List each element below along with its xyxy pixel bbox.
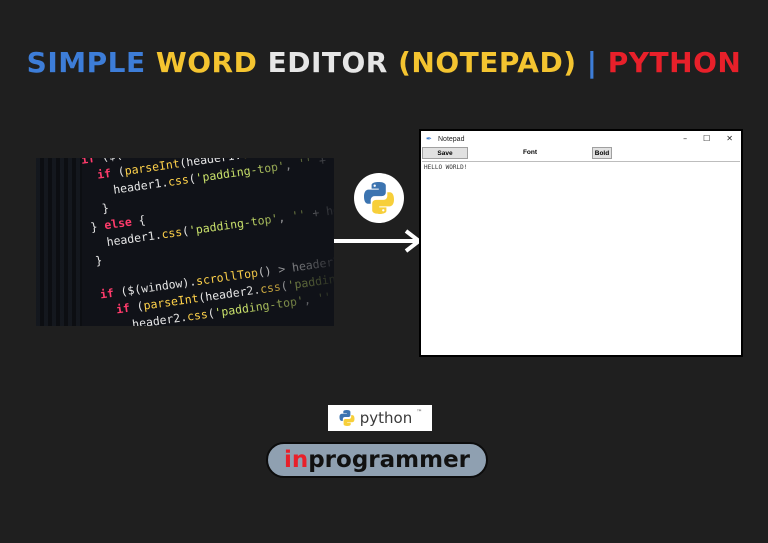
notepad-toolbar: Save Font Bold: [421, 147, 741, 161]
title-separator: |: [586, 46, 608, 79]
text-area[interactable]: HELLO WORLD!: [422, 161, 740, 351]
title-python: PYTHON: [607, 46, 742, 79]
python-badge: python ™: [328, 405, 432, 431]
python-small-icon: [339, 410, 355, 426]
title-editor: EDITOR: [267, 46, 399, 79]
font-button[interactable]: Font: [468, 147, 592, 159]
trademark: ™: [416, 409, 423, 416]
window-title: Notepad: [438, 135, 465, 143]
close-button[interactable]: ✕: [726, 134, 733, 143]
line-gutter: [36, 158, 82, 326]
python-logo-svg: [364, 182, 394, 214]
code-fade: [244, 158, 334, 326]
maximize-button[interactable]: ☐: [703, 134, 710, 143]
notepad-titlebar[interactable]: ✒ Notepad – ☐ ✕: [421, 131, 741, 147]
title-notepad: (NOTEPAD): [398, 46, 587, 79]
code-screenshot-image: if ($(window).scrollTop() > header1_init…: [36, 158, 334, 326]
save-button[interactable]: Save: [422, 147, 468, 159]
feather-icon: ✒: [426, 135, 432, 143]
minimize-button[interactable]: –: [683, 134, 687, 143]
python-badge-text: python: [359, 409, 413, 427]
notepad-window: ✒ Notepad – ☐ ✕ Save Font Bold HELLO WOR…: [421, 131, 741, 355]
bold-button[interactable]: Bold: [592, 147, 612, 159]
brand-rest: programmer: [308, 447, 471, 473]
title-word: WORD: [155, 46, 268, 79]
title-simple: SIMPLE: [26, 46, 156, 79]
page-title: SIMPLE WORD EDITOR (NOTEPAD) | PYTHON: [0, 46, 768, 79]
brand-logo: inprogrammer: [266, 442, 488, 478]
brand-highlight: in: [283, 447, 309, 473]
arrow-right-icon: [334, 229, 423, 253]
python-logo-icon: [354, 173, 404, 223]
